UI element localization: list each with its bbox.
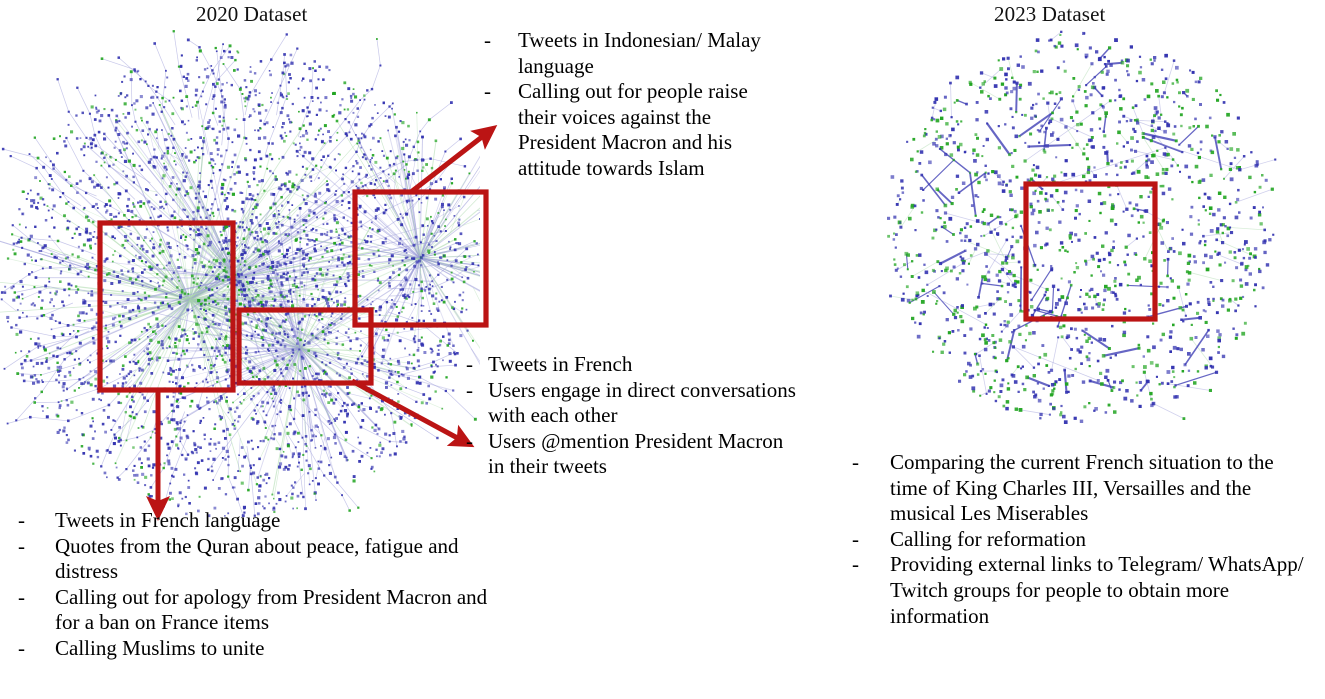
panel-title-2020: 2020 Dataset bbox=[196, 2, 308, 26]
list-item-text: Quotes from the Quran about peace, fatig… bbox=[55, 533, 459, 584]
note-dataset-2023: - Comparing the current French situation… bbox=[852, 450, 1312, 629]
list-dash: - bbox=[484, 79, 491, 104]
list-item-text: Tweets in French language bbox=[55, 508, 281, 532]
list-item-text: Calling for reformation bbox=[890, 526, 1086, 551]
list-item: - Comparing the current French situation… bbox=[852, 450, 1312, 527]
note-top-right-cluster: - Tweets in Indonesian/ Malay language -… bbox=[484, 28, 784, 182]
list-item-text: Tweets in French bbox=[488, 352, 633, 376]
network-graph-2023 bbox=[880, 28, 1280, 430]
list-item-text: Calling Muslims to unite bbox=[55, 635, 265, 660]
figure-root: 2020 Dataset 2023 Dataset - Tweets in In… bbox=[0, 0, 1325, 699]
list-item-text: Comparing the current French situation t… bbox=[890, 450, 1274, 526]
network-graph-2023-svg bbox=[887, 30, 1277, 424]
panel-title-2023: 2023 Dataset bbox=[994, 2, 1106, 26]
list-item: - Calling for reformation bbox=[852, 527, 1312, 553]
list-item-text: Users @mention President Macron in their… bbox=[488, 428, 784, 479]
list-dash: - bbox=[852, 526, 859, 551]
list-item: - Tweets in Indonesian/ Malay language bbox=[484, 28, 784, 79]
list-item: - Calling out for people raise their voi… bbox=[484, 79, 784, 181]
network-graph-2020-svg bbox=[0, 30, 480, 518]
list-item: - Calling out for apology from President… bbox=[18, 585, 488, 636]
list-item: - Quotes from the Quran about peace, fat… bbox=[18, 534, 488, 585]
list-item-text: Providing external links to Telegram/ Wh… bbox=[890, 552, 1304, 628]
network-graph-2020 bbox=[0, 28, 480, 518]
list-dash: - bbox=[852, 450, 859, 474]
list-item-text: Calling out for apology from President M… bbox=[55, 584, 488, 635]
list-dash: - bbox=[18, 508, 25, 532]
list-item-text: Tweets in Indonesian/ Malay language bbox=[518, 28, 761, 78]
list-item: - Tweets in French bbox=[466, 352, 796, 378]
note-left-cluster: - Tweets in French language - Quotes fro… bbox=[18, 508, 488, 662]
list-dash: - bbox=[466, 428, 473, 453]
list-item: - Calling Muslims to unite bbox=[18, 636, 488, 662]
list-item: - Users engage in direct conversations w… bbox=[466, 378, 796, 429]
list-item: - Users @mention President Macron in the… bbox=[466, 429, 796, 480]
list-item: - Tweets in French language bbox=[18, 508, 488, 534]
list-dash: - bbox=[852, 552, 859, 577]
list-dash: - bbox=[18, 584, 25, 609]
list-dash: - bbox=[466, 352, 473, 376]
note-middle-cluster: - Tweets in French - Users engage in dir… bbox=[466, 352, 796, 480]
list-dash: - bbox=[466, 377, 473, 402]
list-dash: - bbox=[18, 533, 25, 558]
list-item-text: Users engage in direct conversations wit… bbox=[488, 377, 796, 428]
list-dash: - bbox=[484, 28, 491, 52]
list-item-text: Calling out for people raise their voice… bbox=[518, 79, 748, 180]
list-dash: - bbox=[18, 635, 25, 660]
list-item: - Providing external links to Telegram/ … bbox=[852, 552, 1312, 629]
